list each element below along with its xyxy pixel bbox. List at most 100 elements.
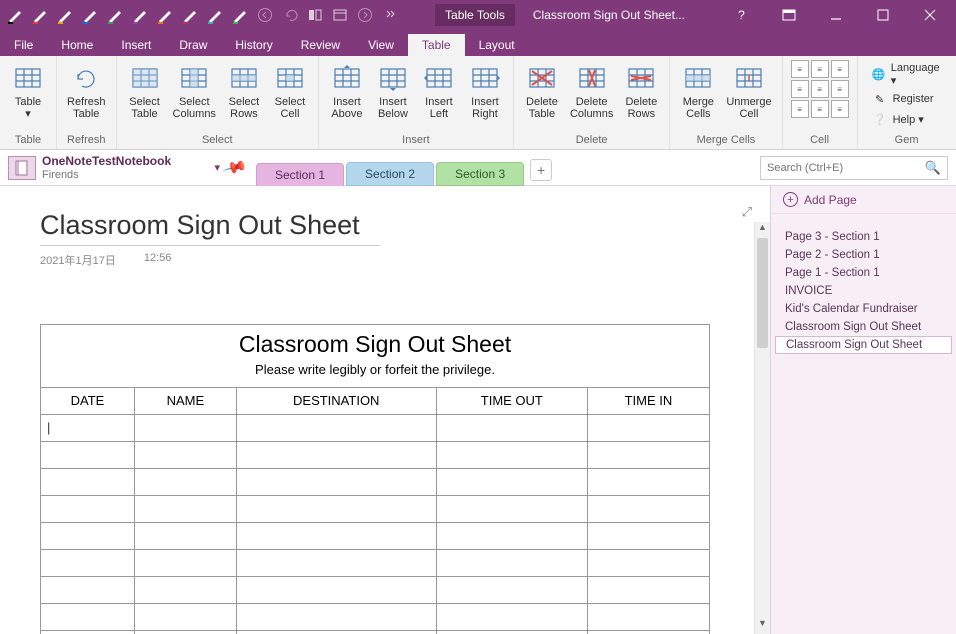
page-list-item[interactable]: Page 1 - Section 1 bbox=[771, 264, 956, 282]
table-cell[interactable] bbox=[436, 495, 587, 522]
table-row[interactable] bbox=[41, 522, 710, 549]
table-cell[interactable] bbox=[41, 549, 135, 576]
search-box[interactable]: 🔍 bbox=[760, 156, 948, 180]
search-input[interactable] bbox=[767, 162, 925, 174]
ins-below-button[interactable]: Insert Below bbox=[373, 60, 413, 120]
table-cell[interactable] bbox=[236, 603, 436, 630]
table-cell[interactable] bbox=[587, 522, 709, 549]
cell-align-7[interactable]: ≡ bbox=[811, 100, 829, 118]
tab-review[interactable]: Review bbox=[287, 34, 354, 56]
qat-pen-3[interactable] bbox=[79, 4, 101, 26]
table-cell[interactable] bbox=[587, 603, 709, 630]
cell-align-3[interactable]: ≡ bbox=[791, 80, 809, 98]
table-row[interactable] bbox=[41, 630, 710, 634]
scroll-up-icon[interactable]: ▲ bbox=[755, 222, 770, 238]
table-title-cell[interactable]: Classroom Sign Out Sheet bbox=[41, 325, 710, 361]
del-rows-button[interactable]: Delete Rows bbox=[621, 60, 661, 120]
table-cell[interactable] bbox=[236, 630, 436, 634]
table-cell[interactable] bbox=[587, 630, 709, 634]
page-list-item[interactable]: Page 3 - Section 1 bbox=[771, 228, 956, 246]
qat-pen-1[interactable] bbox=[29, 4, 51, 26]
minimize-button[interactable] bbox=[813, 0, 858, 30]
table-cell[interactable] bbox=[41, 576, 135, 603]
tab-file[interactable]: File bbox=[0, 34, 47, 56]
table-cell[interactable] bbox=[436, 468, 587, 495]
cell-align-5[interactable]: ≡ bbox=[831, 80, 849, 98]
help-button[interactable]: ? bbox=[719, 0, 764, 30]
cell-align-0[interactable]: ≡ bbox=[791, 60, 809, 78]
qat-pen-2[interactable] bbox=[54, 4, 76, 26]
table-cell[interactable] bbox=[134, 468, 236, 495]
table-cell[interactable] bbox=[41, 603, 135, 630]
search-icon[interactable]: 🔍 bbox=[925, 160, 941, 176]
table-row[interactable] bbox=[41, 441, 710, 468]
table-cell[interactable] bbox=[436, 630, 587, 634]
full-page-view-icon[interactable]: ⤢ bbox=[742, 204, 752, 220]
page-title[interactable]: Classroom Sign Out Sheet bbox=[40, 210, 730, 241]
table-cell[interactable] bbox=[436, 603, 587, 630]
table-cell[interactable] bbox=[436, 576, 587, 603]
add-page-button[interactable]: + Add Page bbox=[771, 186, 956, 214]
section-tab-1[interactable]: Section 1 bbox=[256, 163, 344, 186]
table-cell[interactable] bbox=[41, 630, 135, 634]
ins-left-button[interactable]: Insert Left bbox=[419, 60, 459, 120]
table-cell[interactable] bbox=[236, 414, 436, 441]
cell-align-2[interactable]: ≡ bbox=[831, 60, 849, 78]
table-cell[interactable] bbox=[134, 576, 236, 603]
table-row[interactable] bbox=[41, 414, 710, 441]
qat-pen-5[interactable] bbox=[129, 4, 151, 26]
table-cell[interactable] bbox=[587, 414, 709, 441]
table-row[interactable] bbox=[41, 468, 710, 495]
ins-above-button[interactable]: Insert Above bbox=[327, 60, 367, 120]
table-cell[interactable] bbox=[236, 549, 436, 576]
table-row[interactable] bbox=[41, 495, 710, 522]
qat-pen-0[interactable] bbox=[4, 4, 26, 26]
table-cell[interactable] bbox=[134, 495, 236, 522]
table-cell[interactable] bbox=[134, 630, 236, 634]
table-cell[interactable] bbox=[41, 441, 135, 468]
vertical-scrollbar[interactable]: ▲ ▼ bbox=[754, 222, 770, 634]
del-cols-button[interactable]: Delete Columns bbox=[568, 60, 615, 120]
table-cell[interactable] bbox=[236, 441, 436, 468]
section-tab-2[interactable]: Section 2 bbox=[346, 162, 434, 186]
cell-align-8[interactable]: ≡ bbox=[831, 100, 849, 118]
notebook-dropdown-icon[interactable]: ▾ bbox=[214, 161, 220, 174]
table-cell[interactable] bbox=[134, 549, 236, 576]
ins-right-button[interactable]: Insert Right bbox=[465, 60, 505, 120]
table-row[interactable] bbox=[41, 576, 710, 603]
page-date[interactable]: 2021年1月17日 bbox=[40, 252, 116, 268]
tab-view[interactable]: View bbox=[354, 34, 408, 56]
signout-table[interactable]: Classroom Sign Out SheetPlease write leg… bbox=[40, 324, 710, 634]
table-header-date[interactable]: DATE bbox=[41, 387, 135, 414]
tab-layout[interactable]: Layout bbox=[465, 34, 529, 56]
gem-reg-button[interactable]: ✎Register bbox=[872, 91, 942, 107]
table-header-time-in[interactable]: TIME IN bbox=[587, 387, 709, 414]
tab-insert[interactable]: Insert bbox=[107, 34, 165, 56]
cell-align-6[interactable]: ≡ bbox=[791, 100, 809, 118]
merge-button[interactable]: Merge Cells bbox=[678, 60, 718, 120]
table-subtitle-cell[interactable]: Please write legibly or forfeit the priv… bbox=[41, 360, 710, 387]
page-time[interactable]: 12:56 bbox=[144, 252, 172, 268]
sel-rows-button[interactable]: Select Rows bbox=[224, 60, 264, 120]
tab-history[interactable]: History bbox=[221, 34, 286, 56]
table-cell[interactable] bbox=[587, 549, 709, 576]
cell-align-4[interactable]: ≡ bbox=[811, 80, 829, 98]
qat-more-icon[interactable] bbox=[379, 4, 401, 26]
page-list-item[interactable]: Kid's Calendar Fundraiser bbox=[771, 300, 956, 318]
table-cell[interactable] bbox=[587, 495, 709, 522]
page-canvas[interactable]: ⤢ ▲ ▼ Classroom Sign Out Sheet 2021年1月17… bbox=[0, 186, 770, 634]
page-list-item[interactable]: Classroom Sign Out Sheet bbox=[771, 318, 956, 336]
pin-icon[interactable]: 📌 bbox=[223, 155, 248, 180]
table-cell[interactable] bbox=[436, 522, 587, 549]
table-row[interactable] bbox=[41, 549, 710, 576]
del-table-button[interactable]: Delete Table bbox=[522, 60, 562, 120]
table-cell[interactable] bbox=[436, 414, 587, 441]
table-button[interactable]: Table ▾ bbox=[8, 60, 48, 120]
sel-cols-button[interactable]: Select Columns bbox=[171, 60, 218, 120]
refresh-button[interactable]: Refresh Table bbox=[65, 60, 108, 120]
table-header-name[interactable]: NAME bbox=[134, 387, 236, 414]
cell-align-1[interactable]: ≡ bbox=[811, 60, 829, 78]
table-cell[interactable] bbox=[134, 522, 236, 549]
unmerge-button[interactable]: Unmerge Cell bbox=[724, 60, 773, 120]
table-cell[interactable] bbox=[236, 522, 436, 549]
